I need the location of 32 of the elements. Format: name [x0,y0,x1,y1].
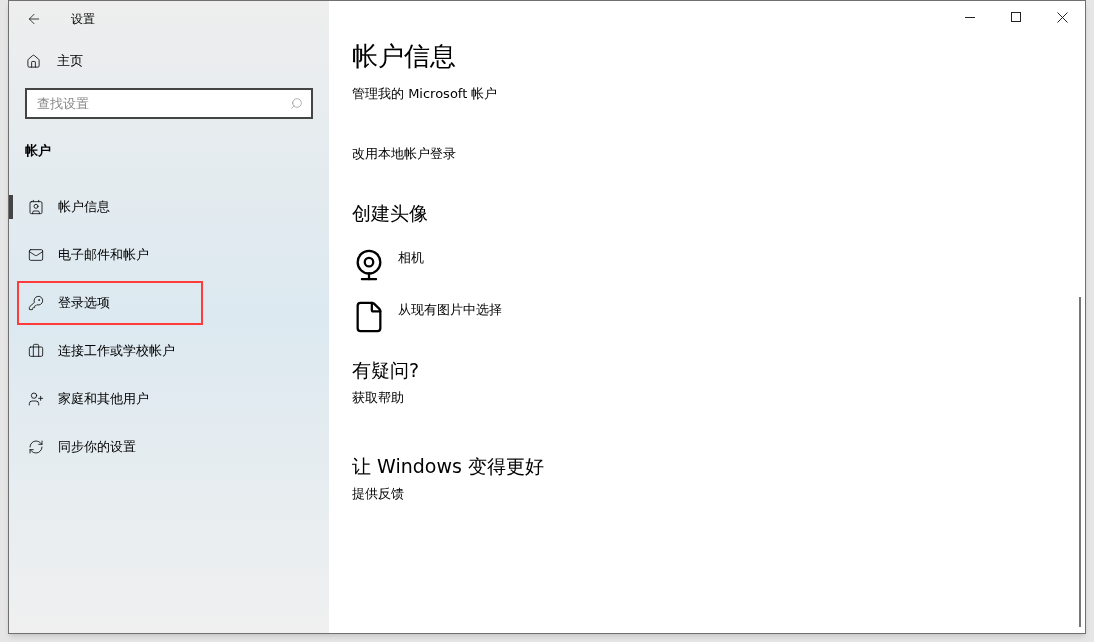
sidebar-item[interactable]: 电子邮件和帐户 [17,232,161,277]
sidebar-item[interactable]: 家庭和其他用户 [17,376,161,421]
briefcase-icon [28,342,44,359]
close-icon [1056,11,1068,23]
avatar-option[interactable]: 从现有图片中选择 [352,299,502,334]
mail-icon [28,246,44,263]
maximize-icon [1011,12,1021,22]
search-field[interactable]: 查找设置 [25,88,313,119]
minimize-icon [965,16,975,18]
sync-icon [28,438,44,455]
section-heading: 帐户 [25,142,51,160]
help-link[interactable]: 获取帮助 [352,388,404,408]
window-title: 设置 [71,10,95,28]
page-title: 帐户信息 [352,40,456,73]
contact-card-icon [28,198,44,215]
home-icon [26,53,41,69]
feedback-link[interactable]: 提供反馈 [352,484,404,504]
section-heading: 创建头像 [352,201,428,226]
search-icon [290,97,303,110]
user-plus-icon [28,390,44,407]
sidebar-item[interactable]: 帐户信息 [17,184,122,229]
sidebar-item[interactable]: 同步你的设置 [17,424,148,469]
key-icon [28,294,44,311]
scrollbar-thumb[interactable] [1079,297,1081,627]
manage-account-link[interactable]: 管理我的 Microsoft 帐户 [352,84,498,104]
section-heading: 让 Windows 变得更好 [352,453,544,479]
section-heading: 有疑问? [352,357,420,383]
sidebar-item[interactable]: 连接工作或学校帐户 [17,328,187,373]
local-account-link[interactable]: 改用本地帐户登录 [352,143,456,163]
sidebar-item[interactable]: 登录选项 [17,280,203,325]
avatar-option[interactable]: 相机 [352,247,424,282]
home-nav-item[interactable]: 主页 [9,46,329,76]
